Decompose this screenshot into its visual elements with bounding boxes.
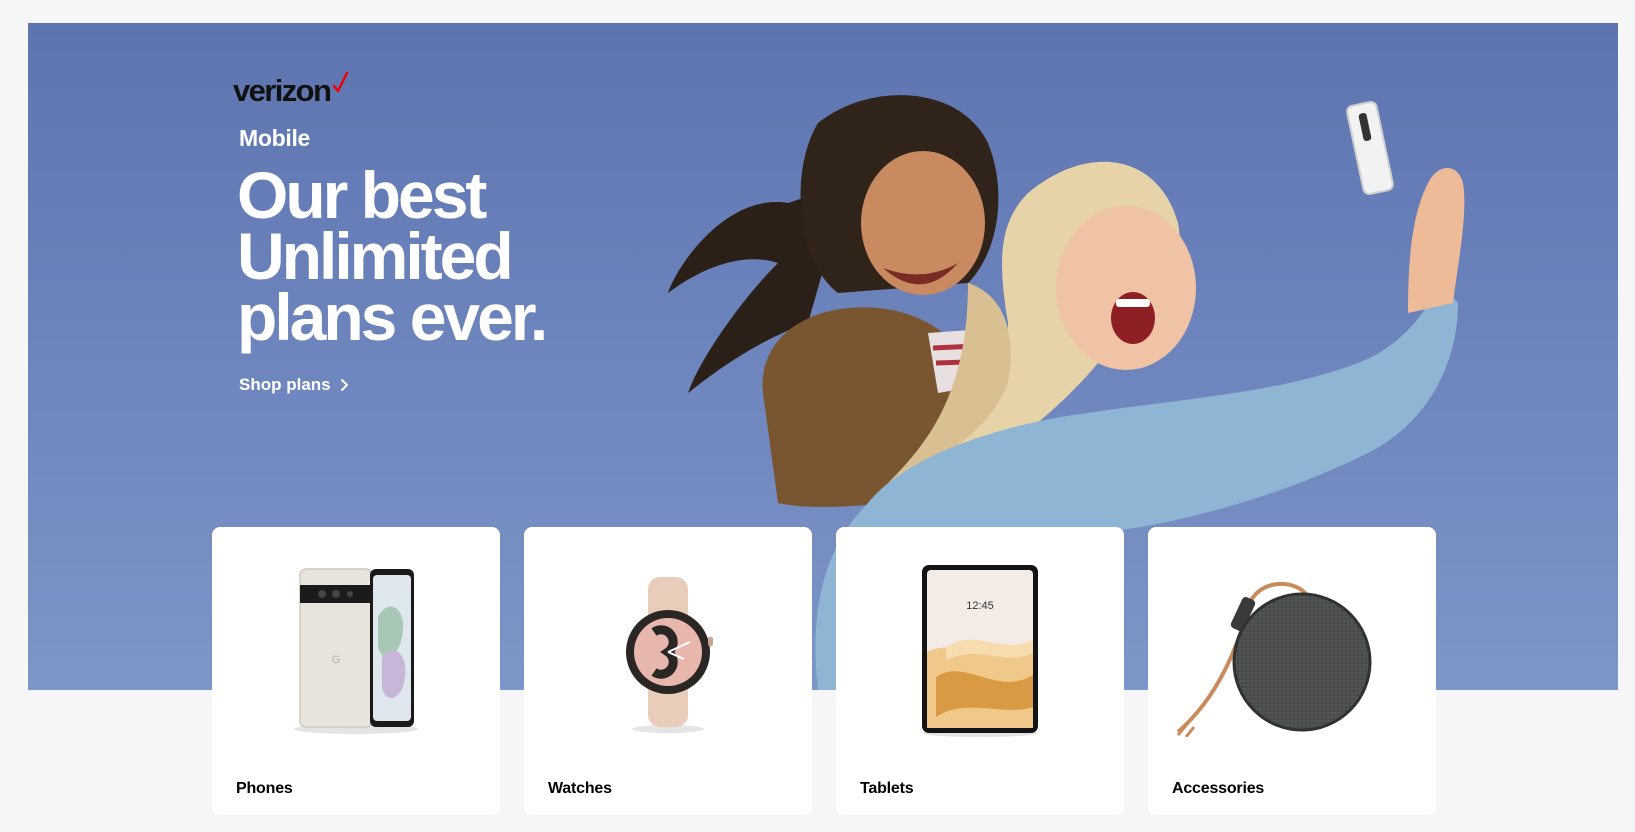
category-card-phones[interactable]: G Phones — [212, 527, 500, 815]
chevron-right-icon — [340, 379, 348, 391]
phone-icon: G — [294, 568, 418, 734]
svg-text:G: G — [332, 654, 341, 666]
category-card-tablets[interactable]: 12:45 Tablets — [836, 527, 1124, 815]
category-label: Phones — [236, 780, 293, 797]
category-cards: G Phones Watches 12:45 Tablets Accessori… — [212, 527, 1436, 815]
watch-icon — [626, 577, 713, 733]
tablet-clock: 12:45 — [966, 600, 994, 612]
category-label: Accessories — [1172, 780, 1265, 797]
category-card-accessories[interactable]: Accessories — [1148, 527, 1436, 815]
category-label: Tablets — [860, 780, 914, 797]
headline-line-2: Unlimited — [237, 219, 514, 293]
checkmark-icon — [333, 71, 349, 93]
hero-eyebrow: Mobile — [239, 125, 311, 151]
headline-line-3: plans ever. — [237, 280, 548, 354]
logo-text: verizon — [233, 73, 332, 108]
shop-plans-label: Shop plans — [239, 375, 331, 394]
verizon-logo[interactable]: verizon — [233, 71, 349, 109]
hero-headline: Our best Unlimited plans ever. — [237, 158, 657, 354]
speaker-icon — [1176, 582, 1372, 737]
headline-line-1: Our best — [237, 158, 487, 232]
tablet-icon: 12:45 — [922, 565, 1038, 737]
category-label: Watches — [548, 780, 612, 797]
shop-plans-link[interactable]: Shop plans — [239, 375, 351, 395]
category-card-watches[interactable]: Watches — [524, 527, 812, 815]
